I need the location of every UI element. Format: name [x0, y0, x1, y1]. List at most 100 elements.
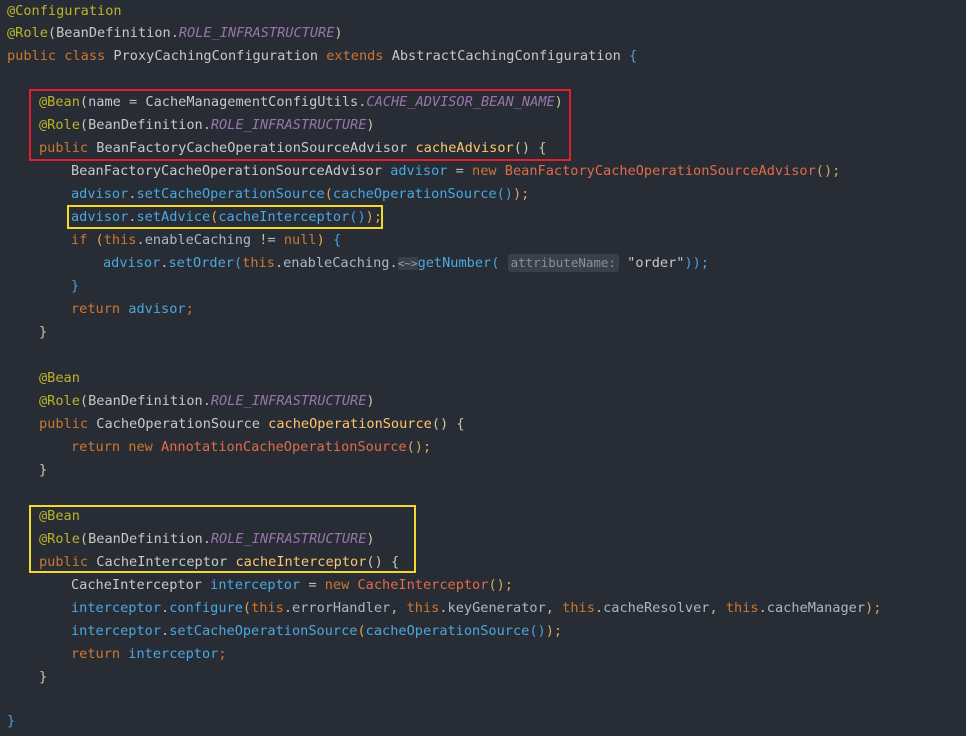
- highlight-box-yellow: [67, 205, 383, 229]
- paren: (: [79, 393, 89, 409]
- keyword: extends: [326, 48, 384, 64]
- code-editor[interactable]: @Configuration @Role(BeanDefinition.ROLE…: [0, 0, 966, 736]
- annotation: @Role: [7, 25, 48, 41]
- code-line: @Bean: [39, 367, 80, 390]
- code-line: CacheInterceptor interceptor = new Cache…: [71, 574, 513, 597]
- keyword: return: [71, 439, 121, 455]
- keyword: new: [472, 163, 497, 179]
- field: cacheManager: [766, 600, 866, 616]
- annotation: @Bean: [39, 370, 80, 386]
- code-line: interceptor.setCacheOperationSource(cach…: [71, 620, 562, 643]
- semicolon: ;: [218, 646, 227, 662]
- paren: (: [87, 232, 104, 248]
- keyword: new: [324, 577, 350, 593]
- code-line: return new AnnotationCacheOperationSourc…: [71, 436, 431, 459]
- variable: interceptor: [128, 646, 219, 662]
- annotation: @Role: [39, 393, 80, 409]
- paren: ();: [406, 439, 432, 455]
- method-call: setCacheOperationSource: [136, 186, 325, 202]
- method-call: getNumber: [417, 255, 492, 271]
- string-literal: "order": [627, 255, 685, 271]
- dot: .: [170, 25, 179, 41]
- code-line: interceptor.configure(this.errorHandler,…: [71, 600, 882, 616]
- paren: (: [233, 255, 243, 271]
- code-line: @Configuration: [7, 0, 122, 23]
- code-line: return interceptor;: [71, 643, 227, 666]
- field: enableCaching: [144, 232, 252, 248]
- paren: (): [529, 623, 546, 639]
- brace: }: [71, 278, 80, 294]
- brace: {: [456, 416, 465, 432]
- class-ref: BeanDefinition: [56, 25, 171, 41]
- paren: ): [334, 25, 343, 41]
- constructor-call: AnnotationCacheOperationSource: [161, 439, 407, 455]
- variable: advisor: [71, 186, 129, 202]
- dot: .: [161, 600, 170, 616]
- brace: }: [39, 462, 48, 478]
- code-line: return advisor;: [71, 298, 194, 321]
- code-line: advisor.setCacheOperationSource(cacheOpe…: [71, 183, 529, 206]
- field: errorHandler: [292, 600, 391, 616]
- keyword: return: [71, 301, 121, 317]
- static-field: ROLE_INFRASTRUCTURE: [178, 25, 335, 41]
- keyword: this: [562, 600, 595, 616]
- semicolon: ;: [185, 301, 194, 317]
- method-name: cacheOperationSource: [268, 416, 432, 432]
- brace: {: [629, 48, 638, 64]
- parameter-hint: attributeName:: [507, 254, 619, 272]
- field: cacheResolver: [603, 600, 710, 616]
- code-line: @Role(BeanDefinition.ROLE_INFRASTRUCTURE…: [39, 390, 375, 413]
- type-name: CacheInterceptor: [71, 577, 202, 593]
- keyword: this: [406, 600, 440, 616]
- operator: =: [300, 577, 325, 593]
- annotation: @Configuration: [7, 3, 122, 19]
- method-call: setCacheOperationSource: [169, 623, 358, 639]
- keyword: public: [7, 48, 57, 64]
- paren: );: [545, 623, 563, 639]
- code-line: BeanFactoryCacheOperationSourceAdvisor a…: [71, 160, 840, 183]
- brace: }: [39, 324, 48, 340]
- paren: (: [491, 255, 500, 271]
- keyword: return: [71, 646, 121, 662]
- keyword: if: [71, 232, 88, 248]
- keyword: new: [128, 439, 153, 455]
- paren: );: [865, 600, 882, 616]
- code-line: }: [39, 666, 47, 689]
- superclass-name: AbstractCachingConfiguration: [391, 48, 621, 64]
- dot: .: [136, 232, 145, 248]
- paren: (: [324, 186, 333, 202]
- code-line: advisor.setOrder(this.enableCaching.<~>g…: [103, 252, 709, 275]
- brace: {: [332, 232, 342, 248]
- paren: ): [316, 232, 333, 248]
- paren: (: [242, 600, 252, 616]
- variable: advisor: [103, 255, 161, 271]
- constructor-call: CacheInterceptor: [357, 577, 489, 593]
- fold-marker[interactable]: <~>: [397, 257, 418, 270]
- keyword: null: [283, 232, 317, 248]
- variable: advisor: [128, 301, 186, 317]
- code-line: public class ProxyCachingConfiguration e…: [7, 45, 637, 68]
- brace: }: [39, 669, 48, 685]
- paren: );: [512, 186, 530, 202]
- paren: ();: [815, 163, 841, 179]
- paren: (: [357, 623, 366, 639]
- keyword: this: [251, 600, 284, 616]
- keyword: public: [39, 416, 89, 432]
- code-line: }: [39, 321, 47, 344]
- method-call: cacheOperationSource: [332, 186, 497, 202]
- method-call: configure: [169, 600, 243, 616]
- field: keyGenerator: [447, 600, 546, 616]
- dot: .: [202, 393, 211, 409]
- brace: }: [7, 713, 16, 729]
- constructor-call: BeanFactoryCacheOperationSourceAdvisor: [504, 163, 816, 179]
- operator: !=: [251, 232, 284, 248]
- dot: .: [274, 255, 284, 271]
- variable: advisor: [390, 163, 448, 179]
- class-ref: BeanDefinition: [88, 393, 203, 409]
- variable: interceptor: [210, 577, 301, 593]
- variable: interceptor: [71, 600, 162, 616]
- code-line: }: [7, 710, 15, 733]
- type-name: BeanFactoryCacheOperationSourceAdvisor: [71, 163, 382, 179]
- code-line: @Role(BeanDefinition.ROLE_INFRASTRUCTURE…: [7, 22, 343, 45]
- code-line: }: [71, 275, 79, 298]
